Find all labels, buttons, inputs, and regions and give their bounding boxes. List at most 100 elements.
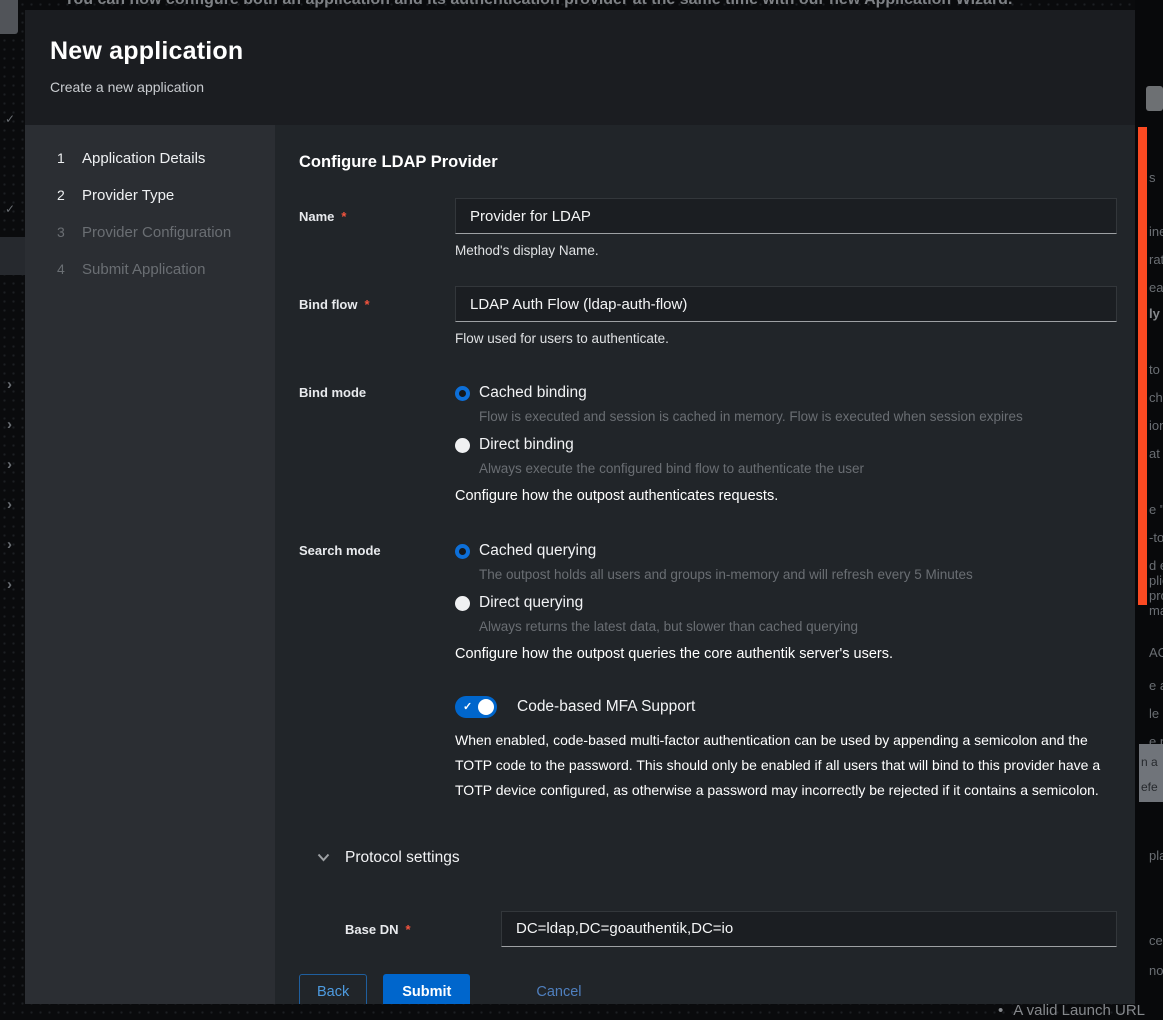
new-application-modal: New application Create a new application… xyxy=(25,10,1135,1004)
step-label: Submit Application xyxy=(82,261,205,278)
background-text-fragment: ine xyxy=(1149,224,1163,239)
step-label: Provider Configuration xyxy=(82,224,231,241)
required-asterisk xyxy=(365,297,370,312)
name-help-text: Method's display Name. xyxy=(455,243,1117,258)
wizard-content: Configure LDAP Provider Name Method's di… xyxy=(275,125,1135,1004)
bind-mode-option-direct: Direct binding Always execute the config… xyxy=(455,436,1117,476)
wizard-body: 1 Application Details 2 Provider Type 3 … xyxy=(25,125,1135,1004)
toggle-knob xyxy=(478,699,494,715)
background-text-fragment: ch xyxy=(1149,390,1163,405)
chevron-right-icon: › xyxy=(7,376,12,393)
back-button[interactable]: Back xyxy=(299,974,367,1004)
background-text-fragment: ly a xyxy=(1149,306,1163,321)
modal-subtitle: Create a new application xyxy=(50,79,1110,95)
background-text-fragment: -to xyxy=(1149,530,1163,545)
mfa-description: When enabled, code-based multi-factor au… xyxy=(455,728,1117,803)
bind-flow-select[interactable] xyxy=(455,286,1117,322)
radio-label[interactable]: Cached binding xyxy=(479,384,587,402)
toggle-check-icon: ✓ xyxy=(463,700,472,713)
background-sidebar-logo xyxy=(0,0,18,34)
base-dn-input[interactable] xyxy=(501,911,1117,947)
bind-mode-option-cached: Cached binding Flow is executed and sess… xyxy=(455,384,1117,424)
wizard-footer: Back Submit Cancel xyxy=(299,974,1117,1004)
background-text-fragment: plic xyxy=(1149,573,1163,588)
chevron-right-icon: › xyxy=(7,496,12,513)
step-number: 3 xyxy=(57,224,71,240)
background-highlight-block: n a efe xyxy=(1139,744,1163,802)
search-mode-footnote: Configure how the outpost queries the co… xyxy=(455,646,1117,662)
radio-label[interactable]: Direct querying xyxy=(479,594,583,612)
field-bind-mode-row: Bind mode Cached binding Flow is execute… xyxy=(299,384,1117,504)
background-text-fragment: s xyxy=(1149,170,1156,185)
radio-label[interactable]: Cached querying xyxy=(479,542,596,560)
protocol-settings-toggle[interactable]: Protocol settings xyxy=(317,849,1117,867)
mfa-label[interactable]: Code-based MFA Support xyxy=(517,698,695,716)
bullet-icon: • xyxy=(998,1002,1003,1019)
check-icon: ✓ xyxy=(5,112,15,126)
radio-label[interactable]: Direct binding xyxy=(479,436,574,454)
bind-mode-footnote: Configure how the outpost authenticates … xyxy=(455,488,1117,504)
wizard-step-nav: 1 Application Details 2 Provider Type 3 … xyxy=(25,125,275,1004)
chevron-right-icon: › xyxy=(7,416,12,433)
radio-checked-icon[interactable] xyxy=(455,386,470,401)
chevron-down-icon xyxy=(317,853,330,862)
background-text-fragment: pro xyxy=(1149,588,1163,603)
background-text-fragment: ion xyxy=(1149,418,1163,433)
background-text-fragment: d e xyxy=(1149,558,1163,573)
mfa-toggle[interactable]: ✓ xyxy=(455,696,497,718)
bind-mode-label: Bind mode xyxy=(299,385,366,400)
cancel-button[interactable]: Cancel xyxy=(532,975,585,1004)
protocol-settings-label: Protocol settings xyxy=(345,849,460,867)
background-text-fragment: pla xyxy=(1149,848,1163,863)
required-asterisk xyxy=(341,209,346,224)
background-right-badge xyxy=(1146,86,1163,111)
step-provider-type[interactable]: 2 Provider Type xyxy=(25,177,275,214)
step-label: Provider Type xyxy=(82,187,174,204)
step-label: Application Details xyxy=(82,150,205,167)
screen: You can now configure both an applicatio… xyxy=(0,0,1163,1020)
check-icon: ✓ xyxy=(5,202,15,216)
chevron-right-icon: › xyxy=(7,536,12,553)
background-text-fragment: e "c xyxy=(1149,502,1163,517)
page-title: Configure LDAP Provider xyxy=(299,153,1117,172)
field-base-dn-row: Base DN xyxy=(299,911,1117,947)
provider-form: Name Method's display Name. Bind flow xyxy=(299,198,1117,1004)
radio-description: Flow is executed and session is cached i… xyxy=(479,409,1117,424)
field-name-row: Name Method's display Name. xyxy=(299,198,1117,258)
field-bind-flow-row: Bind flow Flow used for users to authent… xyxy=(299,286,1117,346)
radio-unchecked-icon[interactable] xyxy=(455,438,470,453)
radio-unchecked-icon[interactable] xyxy=(455,596,470,611)
background-banner-text: You can now configure both an applicatio… xyxy=(64,0,1124,9)
submit-button[interactable]: Submit xyxy=(383,974,470,1004)
step-number: 4 xyxy=(57,261,71,277)
background-text-fragment: rat xyxy=(1149,252,1163,267)
required-asterisk xyxy=(405,922,410,937)
field-mfa-row: ✓ Code-based MFA Support When enabled, c… xyxy=(299,696,1117,803)
background-text-fragment: ea xyxy=(1149,280,1163,295)
background-text-fragment: ma xyxy=(1149,603,1163,618)
radio-description: The outpost holds all users and groups i… xyxy=(479,567,1117,582)
background-text-fragment: le xyxy=(1149,706,1159,721)
step-provider-configuration: 3 Provider Configuration xyxy=(25,214,275,251)
radio-description: Always execute the configured bind flow … xyxy=(479,461,1117,476)
radio-checked-icon[interactable] xyxy=(455,544,470,559)
radio-description: Always returns the latest data, but slow… xyxy=(479,619,1117,634)
modal-title: New application xyxy=(50,37,1110,66)
modal-scrollbar-thumb[interactable] xyxy=(1138,127,1147,605)
background-text-fragment: e a xyxy=(1149,678,1163,693)
search-mode-option-cached: Cached querying The outpost holds all us… xyxy=(455,542,1117,582)
search-mode-option-direct: Direct querying Always returns the lates… xyxy=(455,594,1117,634)
background-text-fragment: no xyxy=(1149,963,1163,978)
name-input[interactable] xyxy=(455,198,1117,234)
field-search-mode-row: Search mode Cached querying The outpost … xyxy=(299,542,1117,662)
modal-header: New application Create a new application xyxy=(25,10,1135,125)
step-submit-application: 4 Submit Application xyxy=(25,251,275,288)
background-text-fragment: to xyxy=(1149,362,1160,377)
step-application-details[interactable]: 1 Application Details xyxy=(25,140,275,177)
name-label: Name xyxy=(299,209,334,224)
chevron-right-icon: › xyxy=(7,576,12,593)
background-sidebar-active-item xyxy=(0,237,25,275)
step-number: 2 xyxy=(57,187,71,203)
background-text-fragment: AC xyxy=(1149,645,1163,660)
background-text-fragment: ces xyxy=(1149,933,1163,948)
